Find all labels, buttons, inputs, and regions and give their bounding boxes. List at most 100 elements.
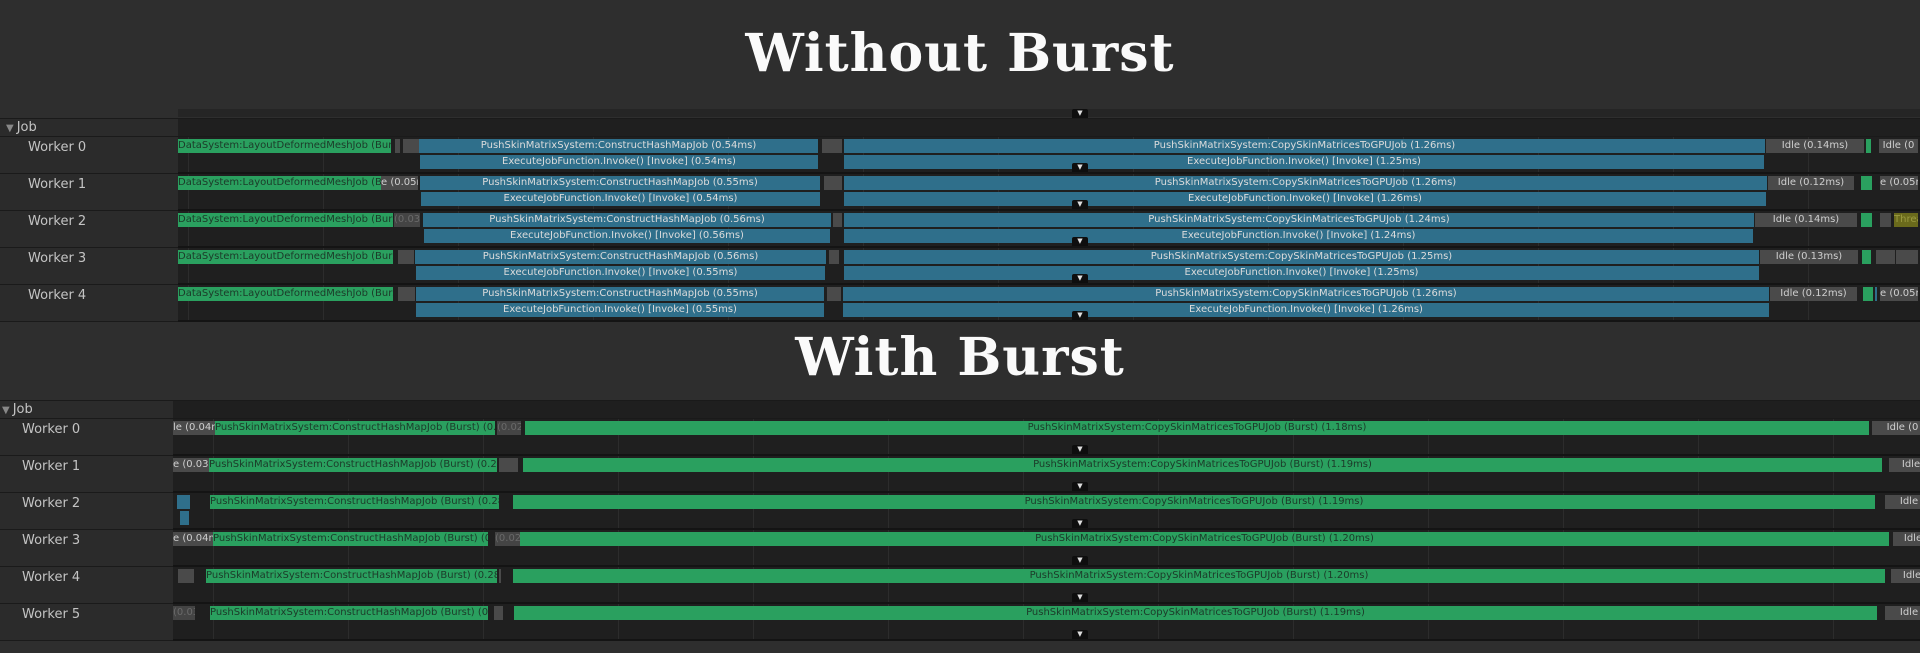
profiler-sample[interactable]: Idle [1891,569,1920,583]
profiler-sample[interactable]: PushSkinMatrixSystem:CopySkinMatricesToG… [844,176,1767,190]
profiler-sample[interactable]: (0.02 [495,532,520,546]
profiler-sample[interactable]: e (0.05m [1880,287,1918,301]
flow-toggle-icon[interactable]: ▼ [1072,109,1088,118]
thread-label-worker-3[interactable]: Worker 3 [0,248,178,285]
profiler-sample[interactable] [1861,176,1872,190]
profiler-sample[interactable] [822,139,842,153]
profiler-sample[interactable]: PushSkinMatrixSystem:ConstructHashMapJob… [206,569,497,583]
thread-label-worker-0[interactable]: Worker 0 [0,137,178,174]
profiler-sample[interactable] [1875,287,1877,301]
profiler-sample[interactable]: e (0.03n [173,458,209,472]
profiler-sample[interactable]: e (0.05m [381,176,418,190]
profiler-sample[interactable] [833,213,842,227]
profiler-sample[interactable]: Idle [1889,458,1920,472]
profiler-sample[interactable]: e (0.05m [1880,176,1918,190]
profiler-sample[interactable] [177,495,190,509]
flow-toggle-icon[interactable]: ▼ [1072,593,1088,602]
profiler-sample[interactable]: PushSkinMatrixSystem:CopySkinMatricesToG… [520,532,1889,546]
thread-label-worker-0[interactable]: Worker 0 [0,419,173,456]
profiler-sample[interactable]: (0.03 [173,606,195,620]
thread-label-worker-2[interactable]: Worker 2 [0,493,173,530]
profiler-sample[interactable]: PushSkinMatrixSystem:ConstructHashMapJob… [210,495,499,509]
profiler-sample[interactable]: Threa [1894,213,1918,227]
profiler-sample[interactable] [1880,213,1891,227]
profiler-sample[interactable]: Idle [1893,532,1920,546]
profiler-sample[interactable]: DataSystem:LayoutDeformedMeshJob (Burst [178,287,393,301]
thread-label-worker-2[interactable]: Worker 2 [0,211,178,248]
profiler-sample[interactable]: PushSkinMatrixSystem:CopySkinMatricesToG… [513,495,1875,509]
profiler-sample[interactable]: PushSkinMatrixSystem:CopySkinMatricesToG… [514,606,1877,620]
profiler-sample[interactable]: PushSkinMatrixSystem:CopySkinMatricesToG… [844,213,1754,227]
profiler-sample[interactable]: PushSkinMatrixSystem:CopySkinMatricesToG… [513,569,1885,583]
profiler-sample[interactable] [1863,287,1873,301]
profiler-sample[interactable]: Idle (0.12ms) [1768,176,1854,190]
flow-toggle-icon[interactable]: ▼ [1072,519,1088,528]
profiler-sample[interactable] [1896,250,1918,264]
profiler-sample[interactable]: PushSkinMatrixSystem:ConstructHashMapJob… [415,250,826,264]
flow-toggle-icon[interactable]: ▼ [1072,163,1088,172]
profiler-sample[interactable] [1861,213,1872,227]
profiler-sample[interactable] [398,250,414,264]
profiler-sample[interactable]: ExecuteJobFunction.Invoke() [Invoke] (1.… [844,266,1759,280]
thread-label-worker-1[interactable]: Worker 1 [0,456,173,493]
profiler-sample[interactable]: PushSkinMatrixSystem:ConstructHashMapJob… [215,421,495,435]
profiler-sample[interactable]: e (0.04m [173,532,213,546]
profiler-sample[interactable] [1876,250,1895,264]
profiler-sample[interactable]: (0.03 [394,213,420,227]
profiler-sample[interactable]: Idle [1885,606,1920,620]
profiler-sample[interactable] [395,139,400,153]
flow-toggle-icon[interactable]: ▼ [1072,482,1088,491]
profiler-sample[interactable]: ExecuteJobFunction.Invoke() [Invoke] (0.… [416,266,825,280]
profiler-sample[interactable]: Idle (0.14ms) [1755,213,1857,227]
thread-label-worker-4[interactable]: Worker 4 [0,567,173,604]
profiler-sample[interactable]: Idle (0.13ms) [1760,250,1858,264]
profiler-sample[interactable]: PushSkinMatrixSystem:ConstructHashMapJob… [416,287,824,301]
profiler-sample[interactable]: Idle (0 [1879,139,1918,153]
profiler-sample[interactable]: PushSkinMatrixSystem:CopySkinMatricesToG… [844,250,1759,264]
profiler-sample[interactable]: PushSkinMatrixSystem:ConstructHashMapJob… [423,213,831,227]
profiler-sample[interactable] [494,606,503,620]
profiler-sample[interactable] [824,176,842,190]
profiler-sample[interactable]: ExecuteJobFunction.Invoke() [Invoke] (1.… [844,155,1764,169]
profiler-sample[interactable]: PushSkinMatrixSystem:ConstructHashMapJob… [419,139,818,153]
profiler-sample[interactable] [1866,139,1871,153]
profiler-sample[interactable] [499,569,501,583]
expand-triangle-icon[interactable]: ▼ [6,123,14,134]
profiler-sample[interactable]: DataSystem:LayoutDeformedMeshJob (Burst [178,176,381,190]
profiler-sample[interactable] [827,287,841,301]
profiler-sample[interactable]: ExecuteJobFunction.Invoke() [Invoke] (0.… [421,192,820,206]
profiler-sample[interactable]: DataSystem:LayoutDeformedMeshJob (Burst [178,139,391,153]
thread-label-worker-4[interactable]: Worker 4 [0,285,178,322]
profiler-sample[interactable]: PushSkinMatrixSystem:CopySkinMatricesToG… [843,287,1769,301]
profiler-sample[interactable]: ExecuteJobFunction.Invoke() [Invoke] (1.… [844,192,1766,206]
flow-toggle-icon[interactable]: ▼ [1072,311,1088,320]
profiler-sample[interactable] [180,511,189,525]
profiler-sample[interactable]: ExecuteJobFunction.Invoke() [Invoke] (1.… [843,303,1769,317]
profiler-sample[interactable] [398,287,415,301]
thread-label-worker-3[interactable]: Worker 3 [0,530,173,567]
profiler-sample[interactable]: ExecuteJobFunction.Invoke() [Invoke] (0.… [416,303,824,317]
profiler-sample[interactable] [499,458,518,472]
profiler-sample[interactable]: PushSkinMatrixSystem:ConstructHashMapJob… [209,458,497,472]
thread-label-worker-1[interactable]: Worker 1 [0,174,178,211]
profiler-sample[interactable]: DataSystem:LayoutDeformedMeshJob (Burst [178,213,393,227]
profiler-sample[interactable]: ExecuteJobFunction.Invoke() [Invoke] (0.… [424,229,830,243]
profiler-sample[interactable]: Idle (0.12ms) [1770,287,1857,301]
profiler-sample[interactable]: le (0.04m [173,421,215,435]
profiler-sample[interactable]: PushSkinMatrixSystem:CopySkinMatricesToG… [523,458,1882,472]
thread-label-worker-5[interactable]: Worker 5 [0,604,173,641]
profiler-sample[interactable]: Idle (0.14ms) [1766,139,1864,153]
profiler-sample[interactable] [1862,250,1871,264]
profiler-sample[interactable] [403,139,419,153]
expand-triangle-icon[interactable]: ▼ [2,405,10,416]
profiler-sample[interactable] [829,250,839,264]
flow-toggle-icon[interactable]: ▼ [1072,445,1088,454]
flow-toggle-icon[interactable]: ▼ [1072,200,1088,209]
profiler-sample[interactable]: DataSystem:LayoutDeformedMeshJob (Burst [178,250,393,264]
profiler-sample[interactable]: ExecuteJobFunction.Invoke() [Invoke] (0.… [420,155,818,169]
profiler-sample[interactable]: PushSkinMatrixSystem:CopySkinMatricesToG… [844,139,1765,153]
profiler-sample[interactable]: PushSkinMatrixSystem:CopySkinMatricesToG… [525,421,1869,435]
profiler-sample[interactable]: (0.02 [497,421,521,435]
flow-toggle-icon[interactable]: ▼ [1072,237,1088,246]
flow-toggle-icon[interactable]: ▼ [1072,556,1088,565]
